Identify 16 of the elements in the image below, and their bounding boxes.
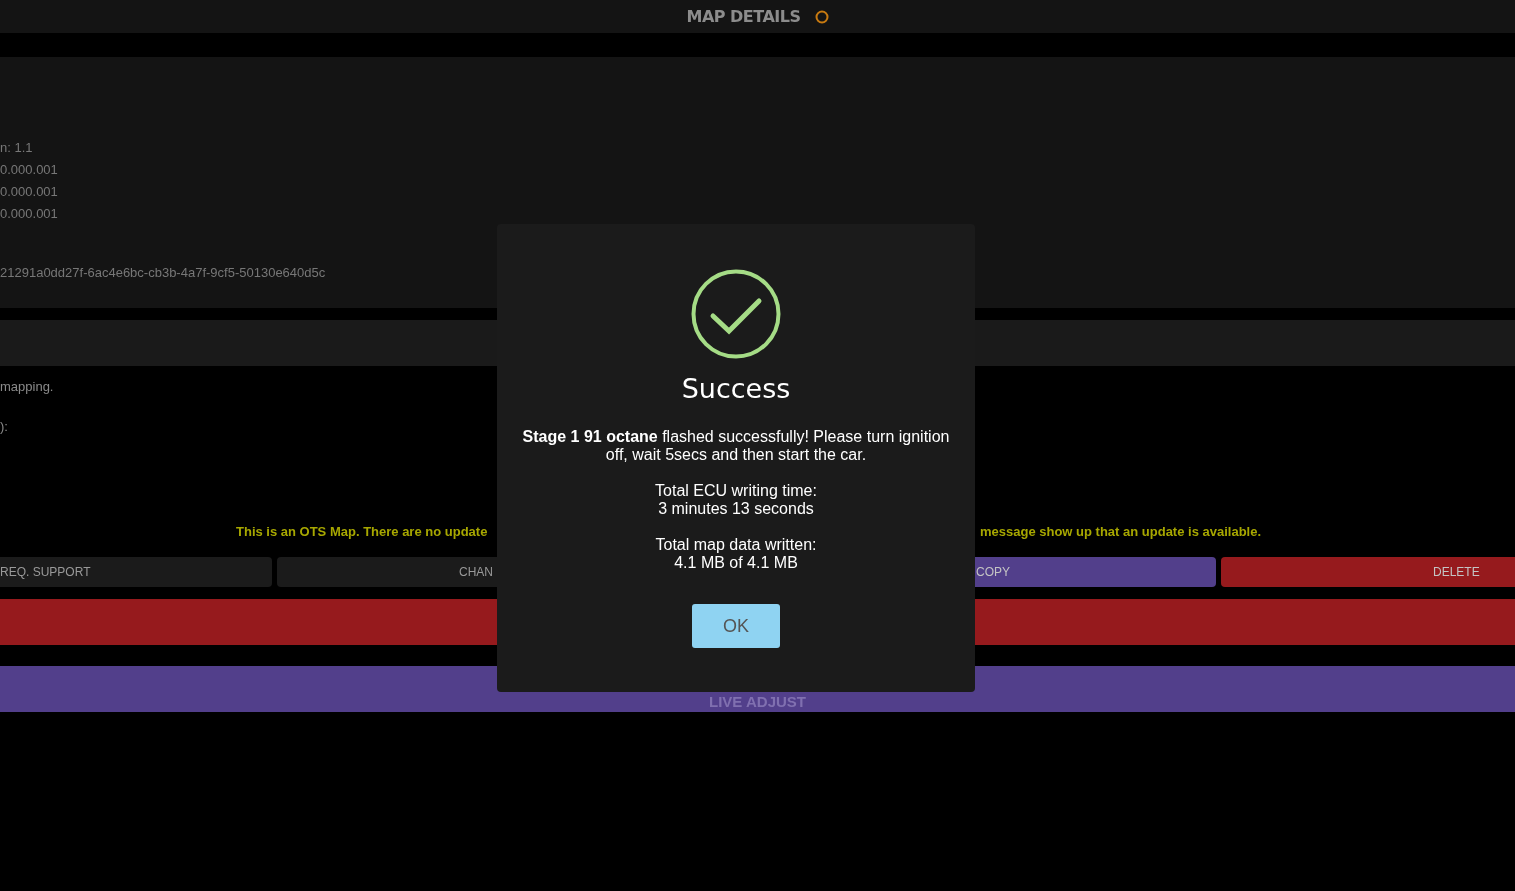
- info-text: 0.000.001: [0, 162, 58, 177]
- note-text: mapping.: [0, 379, 54, 394]
- notice-text: This is an OTS Map. There are no update: [236, 524, 488, 539]
- info-text: n: 1.1: [0, 140, 33, 155]
- detail-text: 3 minutes 13 seconds: [657, 500, 815, 518]
- notice-text: message show up that an update is available.: [980, 524, 1262, 539]
- info-text: 0.000.001: [0, 206, 58, 221]
- note-text: ):: [0, 419, 8, 434]
- dialog-message: Stage 1 91 octane flashed successfully! Please turn ignition off, wait 5secs and then start the car.: [521, 428, 951, 464]
- page-title: MAP DETAILS: [686, 7, 801, 26]
- map-id-text: 21291a0dd27f-6ac4e6bc-cb3b-4a7f-9cf5-50130e640d5c: [0, 265, 326, 280]
- info-text: 0.000.001: [0, 184, 58, 199]
- detail-text: 4.1 MB of 4.1 MB: [673, 554, 799, 572]
- detail-text: Total map data written:: [655, 536, 817, 554]
- detail-text: Total ECU writing time:: [655, 482, 817, 500]
- dialog-title: Success: [681, 373, 791, 404]
